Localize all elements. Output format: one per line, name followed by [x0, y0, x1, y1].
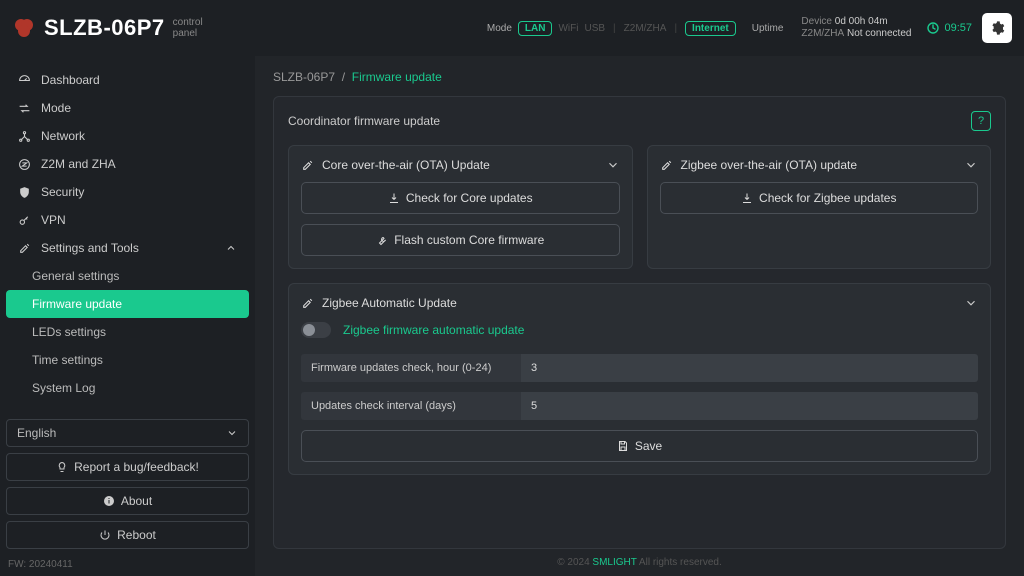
sidebar-item-security[interactable]: Security	[6, 178, 249, 206]
zigbee-auto-update-card: Zigbee Automatic Update Zigbee firmware …	[288, 283, 991, 475]
fw-version-text: FW: 20240411	[6, 555, 249, 570]
download-icon	[741, 192, 753, 204]
reboot-button[interactable]: Reboot	[6, 521, 249, 549]
core-ota-card: Core over-the-air (OTA) Update Check for…	[288, 145, 633, 269]
shield-icon	[18, 186, 31, 199]
sidebar-item-mode[interactable]: Mode	[6, 94, 249, 122]
app-root: SLZB-06P7 control panel Mode LAN WiFi US…	[0, 0, 1024, 576]
save-button[interactable]: Save	[301, 430, 978, 462]
sidebar-item-z2m-zha[interactable]: Z2M and ZHA	[6, 150, 249, 178]
language-select[interactable]: English	[6, 419, 249, 447]
chevron-down-icon[interactable]	[606, 158, 620, 172]
check-interval-input[interactable]	[521, 392, 978, 420]
check-core-updates-button[interactable]: Check for Core updates	[301, 182, 620, 214]
mode-wifi: WiFi	[558, 23, 578, 34]
sidebar-sub-firmware-update[interactable]: Firmware update	[6, 290, 249, 318]
breadcrumb: SLZB-06P7 / Firmware update	[273, 70, 1006, 84]
help-button[interactable]: ?	[971, 111, 991, 131]
sidebar-item-vpn[interactable]: VPN	[6, 206, 249, 234]
chevron-down-icon[interactable]	[964, 158, 978, 172]
panel-title: Coordinator firmware update	[288, 114, 440, 128]
zigbee-auto-update-toggle[interactable]	[301, 322, 331, 338]
chevron-down-icon[interactable]	[964, 296, 978, 310]
flash-core-firmware-button[interactable]: Flash custom Core firmware	[301, 224, 620, 256]
app-subtitle: control panel	[173, 17, 203, 39]
save-icon	[617, 440, 629, 452]
settings-gear-button[interactable]	[982, 13, 1012, 43]
bulb-icon	[56, 461, 68, 473]
check-hour-label: Firmware updates check, hour (0-24)	[301, 354, 521, 382]
mode-z2mzha: Z2M/ZHA	[624, 23, 667, 34]
sidebar-sub-time-settings[interactable]: Time settings	[6, 346, 249, 374]
report-bug-button[interactable]: Report a bug/feedback!	[6, 453, 249, 481]
mode-lan-badge[interactable]: LAN	[518, 21, 553, 36]
wrench-icon	[376, 234, 388, 246]
header-bar: SLZB-06P7 control panel Mode LAN WiFi US…	[0, 0, 1024, 56]
main-content: SLZB-06P7 / Firmware update Coordinator …	[255, 56, 1024, 576]
chevron-down-icon	[226, 427, 238, 439]
breadcrumb-root[interactable]: SLZB-06P7	[273, 70, 335, 84]
check-zigbee-updates-button[interactable]: Check for Zigbee updates	[660, 182, 979, 214]
uptime-group: Uptime	[752, 23, 784, 34]
check-interval-label: Updates check interval (days)	[301, 392, 521, 420]
firmware-update-panel: Coordinator firmware update ? Core over-…	[273, 96, 1006, 549]
key-icon	[18, 214, 31, 227]
check-hour-input[interactable]	[521, 354, 978, 382]
zigbee-icon	[18, 158, 31, 171]
power-icon	[99, 529, 111, 541]
logo-icon	[12, 16, 36, 40]
gauge-icon	[18, 74, 31, 87]
network-icon	[18, 130, 31, 143]
info-icon	[103, 495, 115, 507]
sidebar-item-dashboard[interactable]: Dashboard	[6, 66, 249, 94]
sidebar-sub-leds-settings[interactable]: LEDs settings	[6, 318, 249, 346]
about-button[interactable]: About	[6, 487, 249, 515]
sidebar-item-settings-tools[interactable]: Settings and Tools	[6, 234, 249, 262]
chevron-up-icon	[225, 242, 237, 254]
sidebar: Dashboard Mode Network Z2M and ZHA Secur…	[0, 56, 255, 576]
internet-badge[interactable]: Internet	[685, 21, 736, 36]
breadcrumb-current: Firmware update	[352, 70, 442, 84]
sidebar-sub-system-log[interactable]: System Log	[6, 374, 249, 402]
sidebar-sub-general-settings[interactable]: General settings	[6, 262, 249, 290]
tools-icon	[18, 242, 31, 255]
zigbee-auto-update-toggle-label: Zigbee firmware automatic update	[343, 323, 524, 337]
sidebar-item-network[interactable]: Network	[6, 122, 249, 150]
gear-icon	[989, 20, 1005, 36]
arrows-icon	[18, 102, 31, 115]
mode-usb: USB	[584, 23, 605, 34]
uptime-values: Device 0d 00h 04m Z2M/ZHA Not connected	[801, 16, 911, 41]
download-icon	[388, 192, 400, 204]
footer: © 2024 SMLIGHT All rights reserved.	[273, 549, 1006, 568]
clock: 09:57	[927, 22, 972, 34]
zigbee-ota-card: Zigbee over-the-air (OTA) update Check f…	[647, 145, 992, 269]
tools-icon	[301, 297, 314, 310]
tools-icon	[660, 159, 673, 172]
app-title: SLZB-06P7	[44, 15, 165, 41]
tools-icon	[301, 159, 314, 172]
mode-indicator: Mode LAN WiFi USB | Z2M/ZHA | Internet	[487, 21, 736, 36]
